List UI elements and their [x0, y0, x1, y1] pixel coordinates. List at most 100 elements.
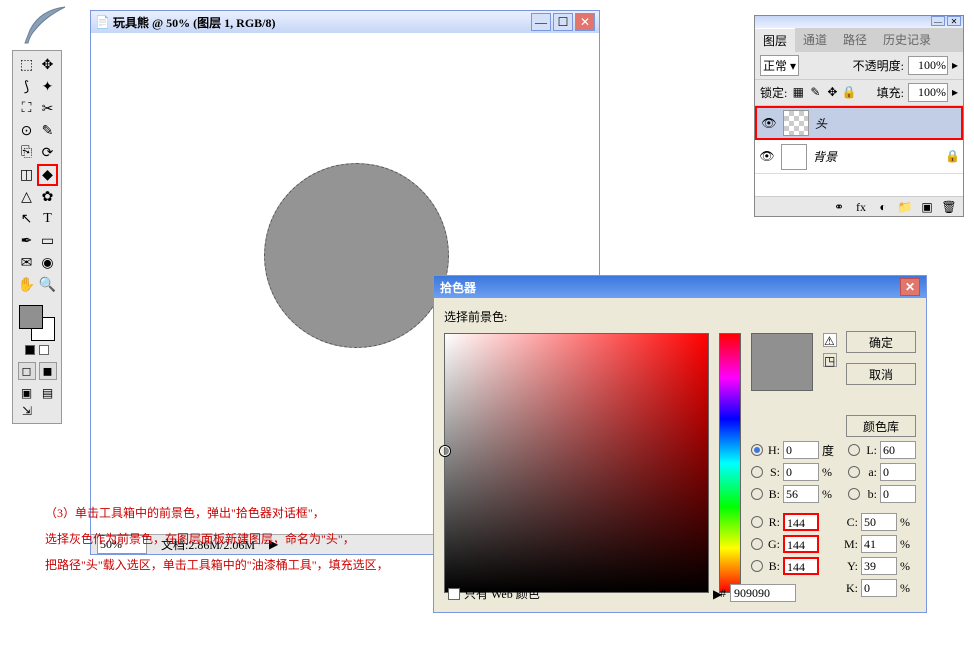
- new-group-icon[interactable]: 📁: [897, 199, 913, 215]
- tab-paths[interactable]: 路径: [835, 28, 875, 52]
- selection-circle: [264, 163, 449, 348]
- color-libraries-button[interactable]: 颜色库: [846, 415, 916, 437]
- lock-transparent-icon[interactable]: ▦: [791, 86, 805, 100]
- panel-tabs: 图层 通道 路径 历史记录: [755, 28, 963, 52]
- l-radio[interactable]: [848, 444, 860, 456]
- new-layer-icon[interactable]: ▣: [919, 199, 935, 215]
- screen-mode-icon[interactable]: ▣: [16, 384, 37, 402]
- k-input[interactable]: 0: [861, 579, 897, 597]
- tool-slice[interactable]: ✂: [37, 98, 58, 120]
- a-input[interactable]: 0: [880, 463, 916, 481]
- tool-type[interactable]: T: [37, 208, 58, 230]
- fill-input[interactable]: 100%: [908, 83, 948, 102]
- s-input[interactable]: 0: [783, 463, 819, 481]
- standard-mode-button[interactable]: ◻: [18, 362, 36, 380]
- opacity-label: 不透明度:: [853, 57, 904, 74]
- warning-icon[interactable]: ⚠: [823, 333, 837, 347]
- tool-eyedrop[interactable]: ◉: [37, 252, 58, 274]
- document-titlebar[interactable]: 📄 玩具熊 @ 50% (图层 1, RGB/8) — ☐ ✕: [91, 11, 599, 33]
- jump-to-icon[interactable]: ⇲: [16, 402, 38, 420]
- tool-eraser[interactable]: ◫: [16, 164, 37, 186]
- visibility-icon[interactable]: 👁: [761, 116, 777, 131]
- screen-mode2-icon[interactable]: ▤: [37, 384, 58, 402]
- y-input[interactable]: 39: [861, 557, 897, 575]
- delete-layer-icon[interactable]: 🗑: [941, 199, 957, 215]
- tool-blur[interactable]: △: [16, 186, 37, 208]
- document-icon: 📄: [95, 15, 109, 29]
- tool-history[interactable]: ⟳: [37, 142, 58, 164]
- cancel-button[interactable]: 取消: [846, 363, 916, 385]
- panel-minimize-button[interactable]: —: [931, 16, 945, 26]
- visibility-icon[interactable]: 👁: [759, 149, 775, 164]
- tool-lasso[interactable]: ⟆: [16, 76, 37, 98]
- b-label: b:: [863, 487, 877, 502]
- tool-move[interactable]: ✥: [37, 54, 58, 76]
- tool-shape[interactable]: ▭: [37, 230, 58, 252]
- layer-thumbnail[interactable]: [783, 110, 809, 136]
- tool-zoom[interactable]: 🔍: [37, 274, 58, 296]
- cube-icon[interactable]: ◳: [823, 353, 837, 367]
- opacity-stepper-icon[interactable]: ▸: [952, 58, 958, 73]
- color-picker-close-button[interactable]: ✕: [900, 278, 920, 296]
- tab-layers[interactable]: 图层: [755, 28, 795, 52]
- tool-heal[interactable]: ⊙: [16, 120, 37, 142]
- tab-channels[interactable]: 通道: [795, 28, 835, 52]
- tool-crop[interactable]: ⛶: [16, 98, 37, 120]
- opacity-input[interactable]: 100%: [908, 56, 948, 75]
- instruction-line-1: （3）单击工具箱中的前景色，弹出"拾色器对话框"，: [45, 500, 805, 526]
- hex-input[interactable]: 909090: [730, 584, 796, 602]
- color-field-cursor: [440, 446, 450, 456]
- tool-path[interactable]: ↖: [16, 208, 37, 230]
- panel-close-button[interactable]: ✕: [947, 16, 961, 26]
- tab-history[interactable]: 历史记录: [875, 28, 939, 52]
- layer-item-head[interactable]: 👁 头: [755, 106, 963, 140]
- tool-pen[interactable]: ✒: [16, 230, 37, 252]
- tool-stamp[interactable]: ⎘: [16, 142, 37, 164]
- web-only-checkbox[interactable]: [448, 588, 460, 600]
- layer-item-bg[interactable]: 👁 背景 🔒: [755, 140, 963, 174]
- swap-colors-icon[interactable]: [39, 345, 49, 355]
- lock-image-icon[interactable]: ✎: [808, 86, 822, 100]
- link-layers-icon[interactable]: ⚭: [831, 199, 847, 215]
- foreground-color-swatch[interactable]: [19, 305, 43, 329]
- h-input[interactable]: 0: [783, 441, 819, 459]
- ok-button[interactable]: 确定: [846, 331, 916, 353]
- minimize-button[interactable]: —: [531, 13, 551, 31]
- tool-brush[interactable]: ✎: [37, 120, 58, 142]
- close-button[interactable]: ✕: [575, 13, 595, 31]
- layer-name[interactable]: 头: [815, 115, 957, 132]
- c-input[interactable]: 50: [861, 513, 897, 531]
- m-label: M:: [844, 537, 858, 552]
- layer-name[interactable]: 背景: [813, 148, 939, 165]
- tool-paint-bucket[interactable]: ◆: [37, 164, 58, 186]
- bhsb-radio[interactable]: [751, 488, 763, 500]
- h-radio[interactable]: [751, 444, 763, 456]
- lock-all-icon[interactable]: 🔒: [842, 86, 856, 100]
- a-radio[interactable]: [848, 466, 860, 478]
- tool-marquee[interactable]: ⬚: [16, 54, 37, 76]
- tool-dodge[interactable]: ✿: [37, 186, 58, 208]
- b-input[interactable]: 0: [880, 485, 916, 503]
- blend-mode-select[interactable]: 正常 ▾: [760, 55, 799, 76]
- maximize-button[interactable]: ☐: [553, 13, 573, 31]
- quickmask-mode-button[interactable]: ◼: [39, 362, 57, 380]
- document-title: 玩具熊 @ 50% (图层 1, RGB/8): [113, 14, 531, 31]
- default-colors-icon[interactable]: [25, 345, 35, 355]
- hex-label: #: [720, 586, 726, 601]
- m-input[interactable]: 41: [861, 535, 897, 553]
- b-radio[interactable]: [848, 488, 860, 500]
- web-only-label: 只有 Web 颜色: [464, 585, 540, 602]
- fill-stepper-icon[interactable]: ▸: [952, 85, 958, 100]
- color-picker-titlebar[interactable]: 拾色器 ✕: [434, 276, 926, 298]
- l-input[interactable]: 60: [880, 441, 916, 459]
- layer-style-icon[interactable]: fx: [853, 199, 869, 215]
- h-label: H:: [766, 443, 780, 458]
- layer-thumbnail[interactable]: [781, 144, 807, 170]
- lock-position-icon[interactable]: ✥: [825, 86, 839, 100]
- tool-notes[interactable]: ✉: [16, 252, 37, 274]
- tool-hand[interactable]: ✋: [16, 274, 37, 296]
- tool-wand[interactable]: ✦: [37, 76, 58, 98]
- a-label: a:: [863, 465, 877, 480]
- s-radio[interactable]: [751, 466, 763, 478]
- layer-mask-icon[interactable]: ◐: [875, 199, 891, 215]
